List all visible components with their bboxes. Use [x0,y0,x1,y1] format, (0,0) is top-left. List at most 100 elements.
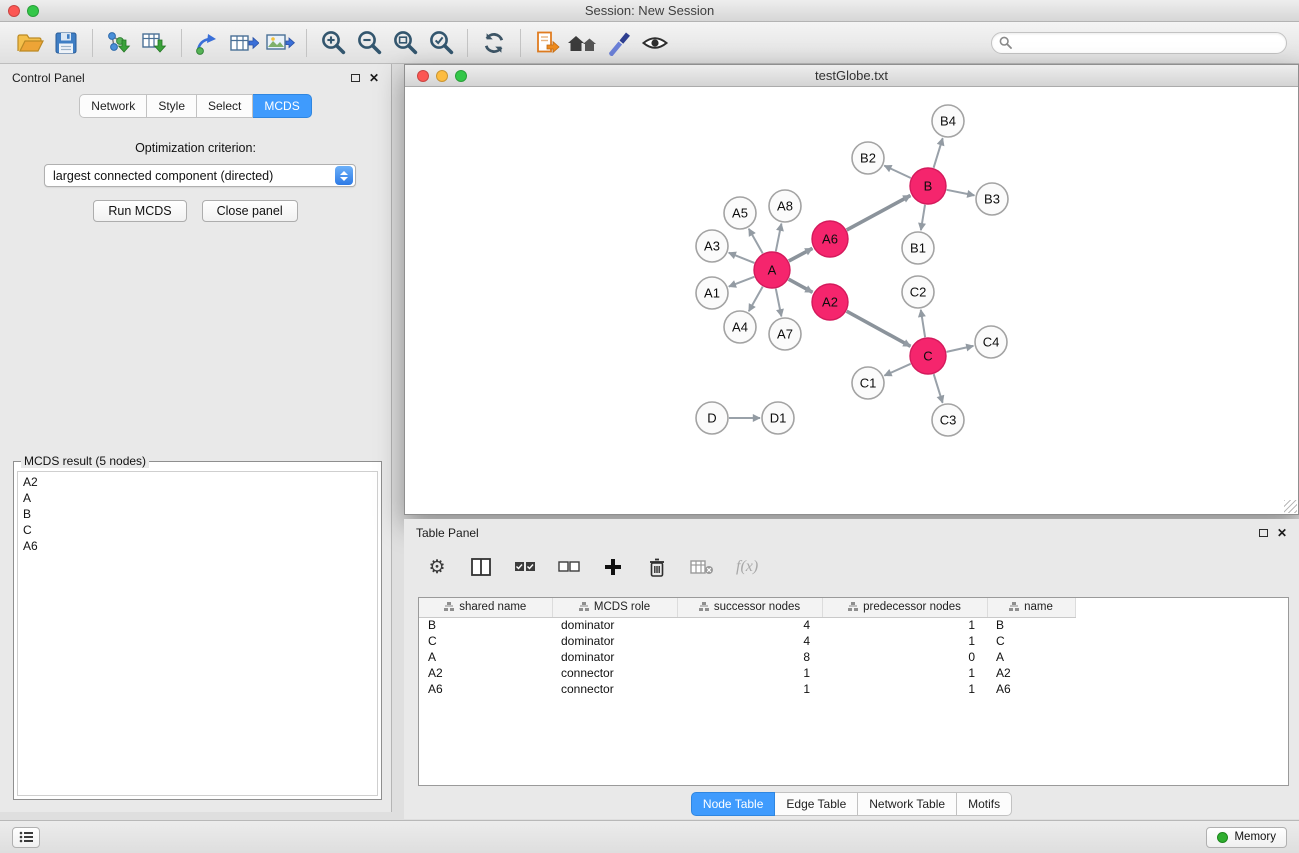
add-row-button[interactable] [602,555,624,579]
network-canvas[interactable]: B4B2BB3A5A8A6A3B1AC2A1A2A4A7C4CC1DD1C3 [405,87,1298,514]
edge-C-C1[interactable] [884,364,910,376]
export-network-button[interactable] [190,26,226,60]
network-node-A1[interactable]: A1 [696,277,728,309]
network-node-D1[interactable]: D1 [762,402,794,434]
network-node-B4[interactable]: B4 [932,105,964,137]
table-settings-button[interactable]: ⚙ [426,555,448,579]
table-row[interactable]: A2connector11A2 [419,665,1075,681]
edge-A-A4[interactable] [749,287,763,312]
delete-row-button[interactable] [646,555,668,579]
edge-A-A2[interactable] [789,279,813,292]
edge-A2-C[interactable] [847,311,911,346]
network-node-A2[interactable]: A2 [812,284,848,320]
network-close-button[interactable] [417,70,429,82]
mcds-result-list[interactable]: A2ABCA6 [17,471,378,796]
network-node-C4[interactable]: C4 [975,326,1007,358]
edge-B-B4[interactable] [934,138,943,168]
column-header-predecessor-nodes[interactable]: predecessor nodes [822,598,987,617]
close-panel-icon[interactable]: ✕ [369,72,379,84]
tab-motifs[interactable]: Motifs [957,792,1012,816]
import-table-button[interactable] [137,26,173,60]
edge-C-C3[interactable] [934,374,943,403]
network-zoom-button[interactable] [455,70,467,82]
network-minimize-button[interactable] [436,70,448,82]
zoom-selected-button[interactable] [423,26,459,60]
edge-A6-B[interactable] [847,196,911,231]
search-input[interactable] [1017,36,1279,50]
close-table-panel-icon[interactable]: ✕ [1277,527,1287,539]
edge-A-A3[interactable] [729,253,755,263]
mcds-result-item[interactable]: A6 [23,538,377,554]
style-brush-button[interactable] [601,26,637,60]
network-node-A3[interactable]: A3 [696,230,728,262]
network-node-A4[interactable]: A4 [724,311,756,343]
memory-button[interactable]: Memory [1206,827,1287,848]
edge-B-B2[interactable] [884,166,911,178]
criterion-dropdown[interactable]: largest connected component (directed) [44,164,356,187]
network-node-C2[interactable]: C2 [902,276,934,308]
tab-style[interactable]: Style [147,94,197,118]
network-node-B1[interactable]: B1 [902,232,934,264]
network-node-B2[interactable]: B2 [852,142,884,174]
column-header-successor-nodes[interactable]: successor nodes [677,598,822,617]
export-image-button[interactable] [262,26,298,60]
resize-grip[interactable] [1284,500,1297,513]
edge-A-A1[interactable] [729,277,755,287]
table-row[interactable]: Bdominator41B [419,617,1075,633]
edge-C-C2[interactable] [921,310,925,337]
deselect-all-button[interactable] [558,555,580,579]
export-table-button[interactable] [226,26,262,60]
table-row[interactable]: Cdominator41C [419,633,1075,649]
tab-network-table[interactable]: Network Table [858,792,957,816]
select-all-button[interactable] [514,555,536,579]
close-panel-button[interactable]: Close panel [202,200,298,222]
float-panel-icon[interactable] [351,74,360,82]
network-node-A7[interactable]: A7 [769,318,801,350]
tab-select[interactable]: Select [197,94,253,118]
network-node-A6[interactable]: A6 [812,221,848,257]
save-session-button[interactable] [48,26,84,60]
zoom-in-button[interactable] [315,26,351,60]
function-builder-button[interactable]: f(x) [736,555,758,579]
apply-layout-button[interactable] [476,26,512,60]
column-header-MCDS-role[interactable]: MCDS role [552,598,677,617]
toolbar-search[interactable] [991,32,1287,54]
close-window-button[interactable] [8,5,20,17]
tab-edge-table[interactable]: Edge Table [775,792,858,816]
edge-C-C4[interactable] [947,346,974,352]
tab-network[interactable]: Network [79,94,147,118]
network-node-C1[interactable]: C1 [852,367,884,399]
network-node-C[interactable]: C [910,338,946,374]
cytoscape-home-button[interactable] [565,26,601,60]
show-columns-button[interactable] [470,555,492,579]
zoom-out-button[interactable] [351,26,387,60]
edge-B-B3[interactable] [947,190,975,196]
tab-mcds[interactable]: MCDS [253,94,311,118]
mcds-result-item[interactable]: A2 [23,474,377,490]
edge-A-A6[interactable] [789,248,813,261]
mcds-result-item[interactable]: B [23,506,377,522]
tab-node-table[interactable]: Node Table [691,792,776,816]
column-header-name[interactable]: name [987,598,1075,617]
zoom-window-button[interactable] [27,5,39,17]
mcds-result-item[interactable]: C [23,522,377,538]
column-header-shared-name[interactable]: shared name [419,598,552,617]
mcds-result-item[interactable]: A [23,490,377,506]
network-node-A[interactable]: A [754,252,790,288]
network-node-B[interactable]: B [910,168,946,204]
run-mcds-button[interactable]: Run MCDS [93,200,186,222]
network-node-A8[interactable]: A8 [769,190,801,222]
edge-A-A8[interactable] [776,224,782,252]
export-webpage-button[interactable] [529,26,565,60]
table-row[interactable]: Adominator80A [419,649,1075,665]
network-node-D[interactable]: D [696,402,728,434]
edge-A-A5[interactable] [749,229,763,254]
table-row[interactable]: A6connector11A6 [419,681,1075,697]
zoom-fit-button[interactable] [387,26,423,60]
float-table-panel-icon[interactable] [1259,529,1268,537]
edge-B-B1[interactable] [921,205,925,230]
network-node-B3[interactable]: B3 [976,183,1008,215]
network-graph[interactable]: B4B2BB3A5A8A6A3B1AC2A1A2A4A7C4CC1DD1C3 [405,87,1298,514]
task-history-button[interactable] [12,827,40,848]
open-session-button[interactable] [12,26,48,60]
